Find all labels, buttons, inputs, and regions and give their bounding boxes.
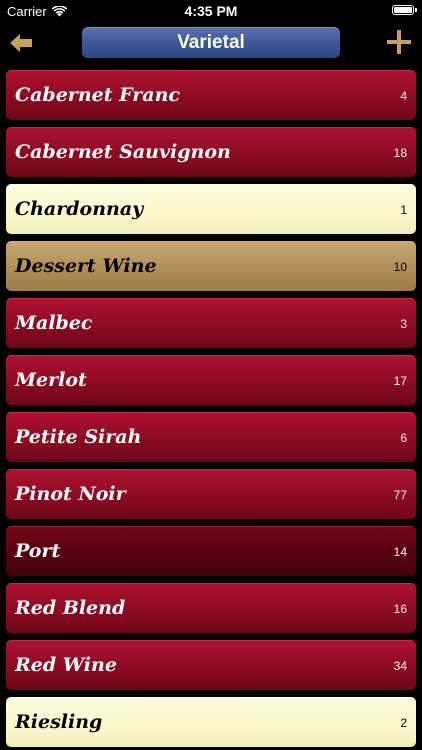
list-item-chardonnay[interactable]: Chardonnay 1	[6, 184, 416, 234]
varietal-count: 34	[393, 659, 407, 673]
list-item-riesling[interactable]: Riesling 2	[6, 697, 416, 747]
list-item-red-wine[interactable]: Red Wine 34	[6, 640, 416, 690]
list-item-dessert-wine[interactable]: Dessert Wine 10	[6, 241, 416, 291]
varietal-name: Red Blend	[15, 597, 126, 619]
varietal-count: 16	[393, 602, 407, 616]
varietal-name: Merlot	[15, 369, 87, 391]
navigation-bar: Varietal	[0, 22, 422, 64]
varietal-count: 3	[400, 317, 407, 331]
varietal-name: Riesling	[15, 711, 103, 733]
varietal-count: 14	[393, 545, 407, 559]
back-arrow-icon	[10, 34, 32, 52]
varietal-count: 6	[400, 431, 407, 445]
status-bar: Carrier 4:35 PM	[0, 0, 422, 22]
varietal-count: 77	[393, 488, 407, 502]
varietal-count: 1	[400, 203, 407, 217]
varietal-name: Dessert Wine	[15, 255, 157, 277]
varietal-name: Pinot Noir	[15, 483, 126, 505]
list-item-red-blend[interactable]: Red Blend 16	[6, 583, 416, 633]
plus-icon	[387, 30, 411, 54]
page-title: Varietal	[82, 27, 340, 58]
varietal-name: Port	[15, 540, 61, 562]
list-item-malbec[interactable]: Malbec 3	[6, 298, 416, 348]
list-item-pinot-noir[interactable]: Pinot Noir 77	[6, 469, 416, 519]
list-item-cabernet-franc[interactable]: Cabernet Franc 4	[6, 70, 416, 120]
varietal-name: Malbec	[15, 312, 93, 334]
status-time: 4:35 PM	[184, 3, 238, 19]
list-item-cabernet-sauvignon[interactable]: Cabernet Sauvignon 18	[6, 127, 416, 177]
varietal-list: Cabernet Franc 4 Cabernet Sauvignon 18 C…	[6, 70, 416, 750]
varietal-count: 4	[400, 89, 407, 103]
back-button[interactable]	[8, 29, 36, 57]
varietal-name: Chardonnay	[15, 198, 144, 220]
list-item-petite-sirah[interactable]: Petite Sirah 6	[6, 412, 416, 462]
varietal-name: Cabernet Franc	[15, 84, 180, 106]
varietal-name: Petite Sirah	[15, 426, 142, 448]
varietal-count: 10	[393, 260, 407, 274]
varietal-count: 2	[400, 716, 407, 730]
varietal-count: 18	[393, 146, 407, 160]
varietal-count: 17	[393, 374, 407, 388]
battery-icon	[392, 5, 417, 15]
list-item-port[interactable]: Port 14	[6, 526, 416, 576]
varietal-name: Red Wine	[15, 654, 117, 676]
varietal-name: Cabernet Sauvignon	[15, 141, 231, 163]
list-item-merlot[interactable]: Merlot 17	[6, 355, 416, 405]
add-varietal-button[interactable]	[386, 29, 412, 55]
